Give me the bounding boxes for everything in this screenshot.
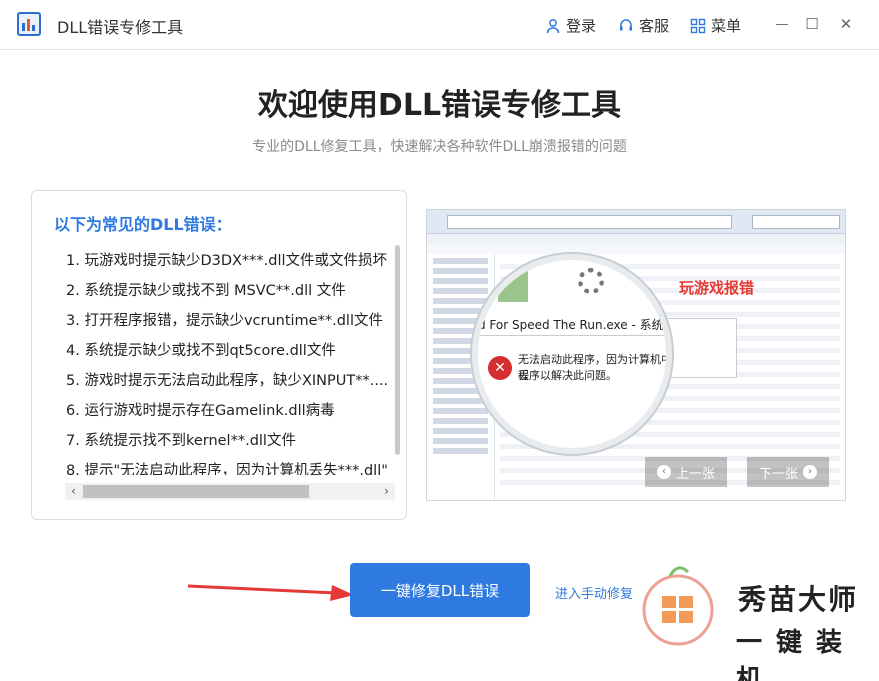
- customer-service-button[interactable]: 客服: [618, 15, 669, 36]
- minimize-button[interactable]: —: [771, 13, 793, 35]
- close-icon: ✕: [839, 15, 853, 33]
- menu-label: 菜单: [711, 17, 742, 35]
- one-click-fix-button[interactable]: 一键修复DLL错误: [350, 563, 530, 617]
- menu-button[interactable]: 菜单: [690, 15, 741, 36]
- list-item: 1. 玩游戏时提示缺少D3DX***.dll文件或文件损坏: [66, 253, 388, 269]
- login-button[interactable]: 登录: [545, 15, 596, 36]
- error-list[interactable]: 1. 玩游戏时提示缺少D3DX***.dll文件或文件损坏 2. 系统提示缺少或…: [66, 249, 396, 475]
- horizontal-scrollbar[interactable]: ‹ ›: [65, 483, 395, 500]
- explorer-menubar: [427, 234, 845, 244]
- explorer-address-bar: [447, 215, 732, 229]
- dialog-title: d For Speed The Run.exe - 系统错误: [478, 318, 672, 332]
- list-item: 3. 打开程序报错，提示缺少vcruntime**.dll文件: [66, 313, 383, 329]
- app-title: DLL错误专修工具: [57, 18, 184, 37]
- watermark-brand-text: 秀苗大师: [738, 583, 859, 616]
- maximize-icon: ☐: [805, 15, 819, 33]
- manual-fix-link[interactable]: 进入手动修复: [555, 583, 633, 602]
- maximize-button[interactable]: ☐: [801, 13, 823, 35]
- scroll-left-icon[interactable]: ‹: [65, 483, 82, 500]
- gear-icon: [578, 268, 604, 294]
- watermark-logo-icon: [642, 566, 714, 646]
- page-subtitle: 专业的DLL修复工具，快速解决各种软件DLL崩溃报错的问题: [252, 139, 627, 155]
- red-arrow-icon: [187, 584, 354, 601]
- list-item: 6. 运行游戏时提示存在Gamelink.dll病毒: [66, 403, 335, 419]
- vertical-scrollbar[interactable]: [395, 245, 400, 475]
- minimize-icon: —: [775, 16, 789, 32]
- previous-slide-label: 上一张: [675, 466, 715, 482]
- title-bar: DLL错误专修工具 登录 客服 菜单 — ☐ ✕: [0, 0, 879, 50]
- app-logo-icon: [17, 12, 41, 36]
- horizontal-scroll-thumb[interactable]: [83, 485, 309, 498]
- grid-menu-icon: [690, 18, 706, 33]
- magnifier-lens: d For Speed The Run.exe - 系统错误 ✕ 无法启动此程序…: [472, 254, 672, 454]
- headset-icon: [620, 18, 632, 30]
- error-dialog-peek: [667, 318, 737, 378]
- list-item: 5. 游戏时提示无法启动此程序，缺少XINPUT**....: [66, 373, 389, 389]
- error-preview-carousel: d For Speed The Run.exe - 系统错误 ✕ 无法启动此程序…: [426, 209, 846, 501]
- vertical-scroll-thumb[interactable]: [395, 245, 400, 455]
- common-errors-title: 以下为常见的DLL错误：: [54, 215, 232, 234]
- previous-slide-button[interactable]: ‹ 上一张: [645, 457, 727, 487]
- explorer-search-box: [752, 215, 840, 229]
- login-label: 登录: [566, 17, 597, 35]
- user-icon: [546, 18, 560, 33]
- next-slide-button[interactable]: 下一张 ›: [747, 457, 829, 487]
- watermark-slogan-text: 一键装机: [736, 628, 857, 681]
- chevron-right-icon: ›: [803, 465, 817, 479]
- list-item: 2. 系统提示缺少或找不到 MSVC**.dll 文件: [66, 283, 346, 299]
- service-label: 客服: [639, 17, 670, 35]
- list-item: 4. 系统提示缺少或找不到qt5core.dll文件: [66, 343, 336, 359]
- scroll-right-icon[interactable]: ›: [378, 483, 395, 500]
- dialog-message-line2: 程序以解决此问题。: [518, 369, 617, 382]
- page-title: 欢迎使用DLL错误专修工具: [257, 88, 622, 123]
- folder-icon: [498, 266, 528, 302]
- next-slide-label: 下一张: [758, 466, 798, 482]
- chevron-left-icon: ‹: [656, 465, 671, 479]
- list-item: 7. 系统提示找不到kernel**.dll文件: [66, 433, 296, 449]
- explorer-toolbar: [427, 210, 845, 234]
- list-item: 8. 提示"无法启动此程序，因为计算机丢失***.dll": [66, 463, 388, 475]
- error-icon: ✕: [488, 356, 512, 380]
- preview-caption: 玩游戏报错: [679, 279, 755, 297]
- common-errors-card: 以下为常见的DLL错误： 1. 玩游戏时提示缺少D3DX***.dll文件或文件…: [31, 190, 407, 520]
- close-button[interactable]: ✕: [835, 13, 857, 35]
